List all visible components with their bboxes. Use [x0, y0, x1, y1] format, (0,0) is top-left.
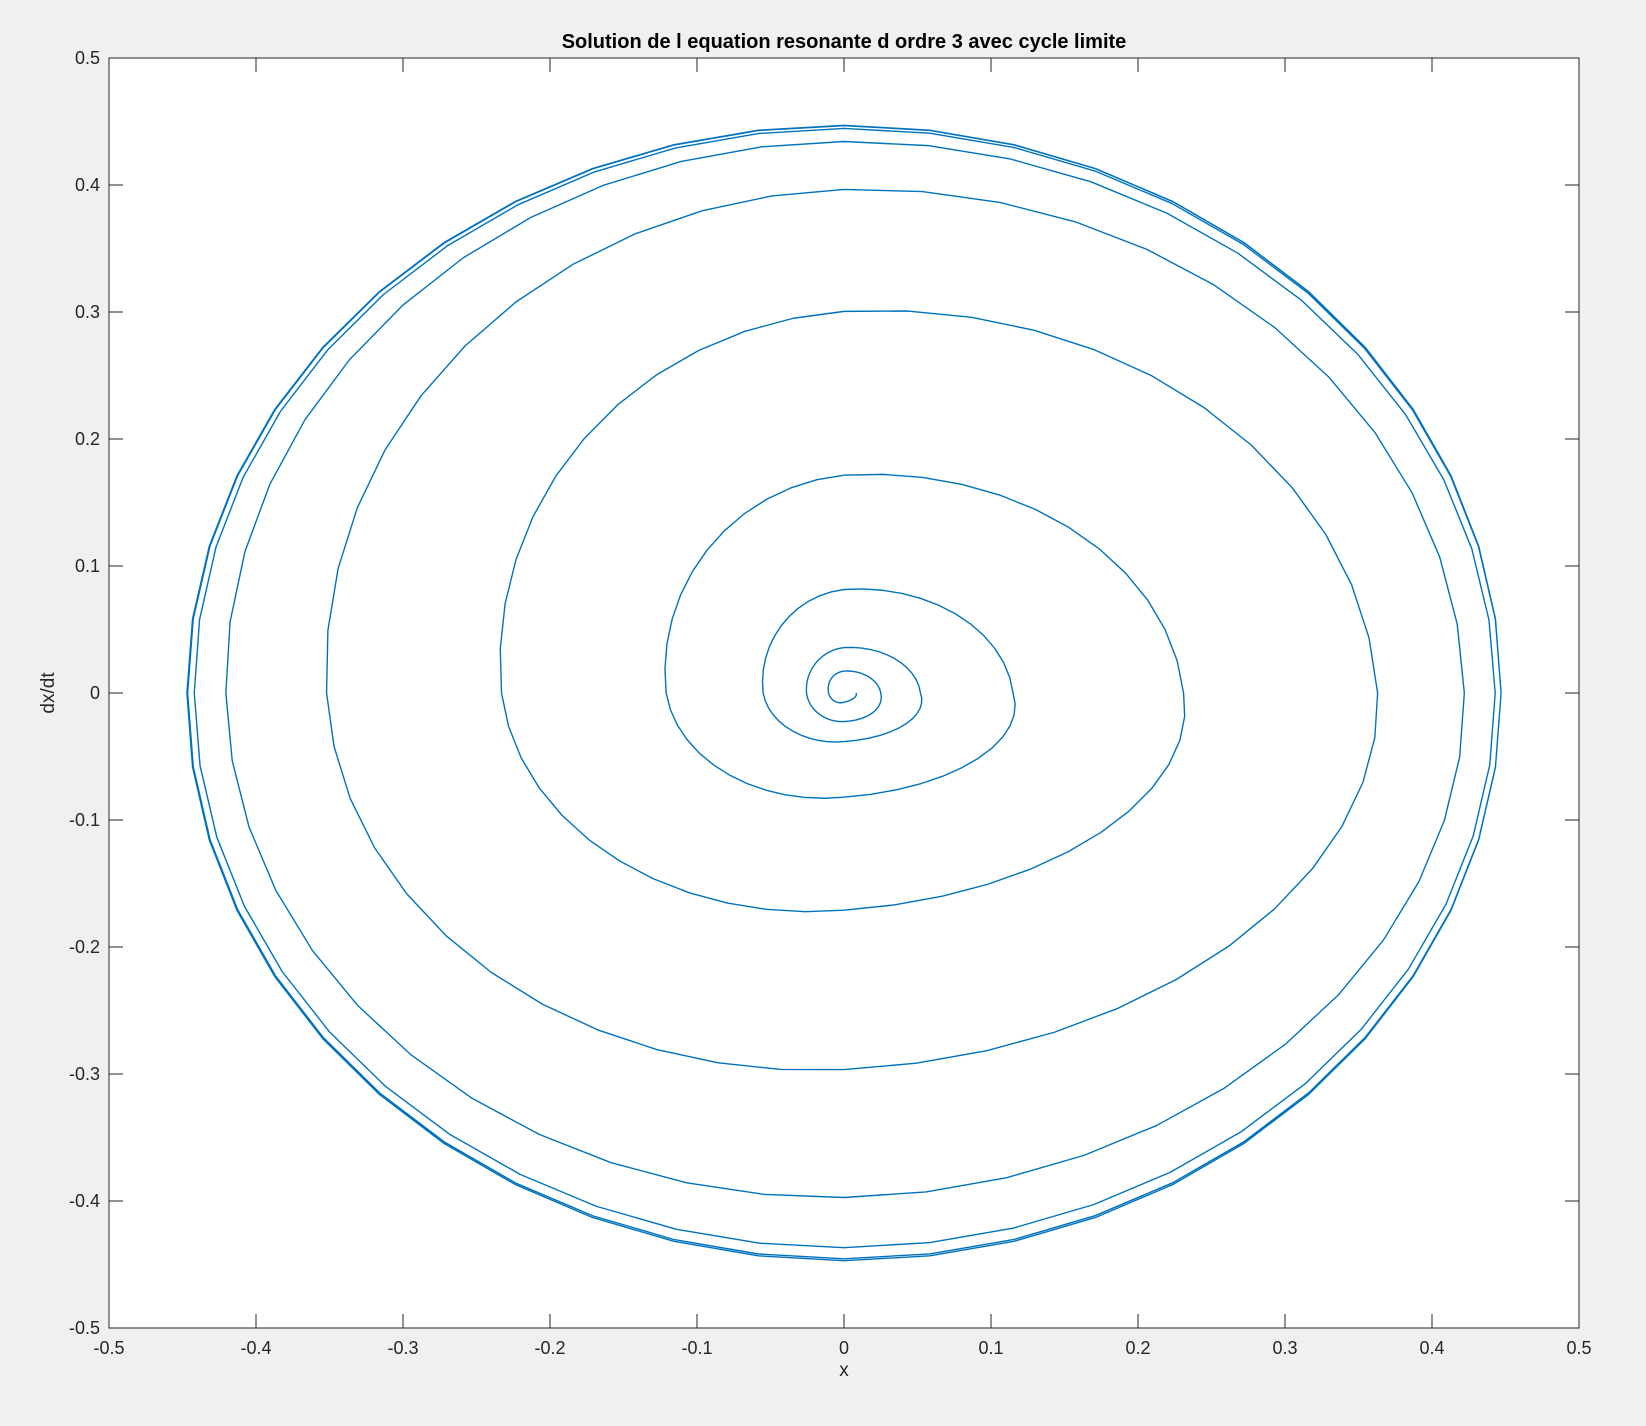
y-tick-label: 0.2 [75, 429, 100, 449]
x-tick-label: -0.2 [534, 1338, 565, 1358]
x-tick-label: 0.1 [978, 1338, 1003, 1358]
plot-area [109, 58, 1579, 1328]
x-tick-label: 0.4 [1419, 1338, 1444, 1358]
y-tick-label: 0 [90, 683, 100, 703]
x-tick-label: 0.2 [1125, 1338, 1150, 1358]
y-tick-label: 0.1 [75, 556, 100, 576]
x-axis-label: x [839, 1360, 849, 1381]
y-tick-label: 0.4 [75, 175, 100, 195]
y-tick-label: -0.4 [69, 1191, 100, 1211]
x-tick-label: 0.5 [1566, 1338, 1591, 1358]
x-tick-label: -0.4 [240, 1338, 271, 1358]
y-tick-label: -0.2 [69, 937, 100, 957]
x-tick-label: -0.3 [387, 1338, 418, 1358]
x-tick-label: -0.1 [681, 1338, 712, 1358]
y-tick-label: -0.5 [69, 1318, 100, 1338]
y-tick-label: -0.3 [69, 1064, 100, 1084]
chart-title: Solution de l equation resonante d ordre… [562, 31, 1127, 53]
x-tick-label: 0 [839, 1338, 849, 1358]
y-axis-label: dx/dt [38, 672, 59, 714]
x-tick-label: -0.5 [93, 1338, 124, 1358]
y-tick-label: 0.3 [75, 302, 100, 322]
figure: -0.5 -0.4 -0.3 -0.2 -0.1 0 0.1 0.2 0.3 0.4 0.5 -0.5… [0, 0, 1646, 1426]
y-tick-label: -0.1 [69, 810, 100, 830]
x-tick-label: 0.3 [1272, 1338, 1297, 1358]
y-tick-label: 0.5 [75, 48, 100, 68]
